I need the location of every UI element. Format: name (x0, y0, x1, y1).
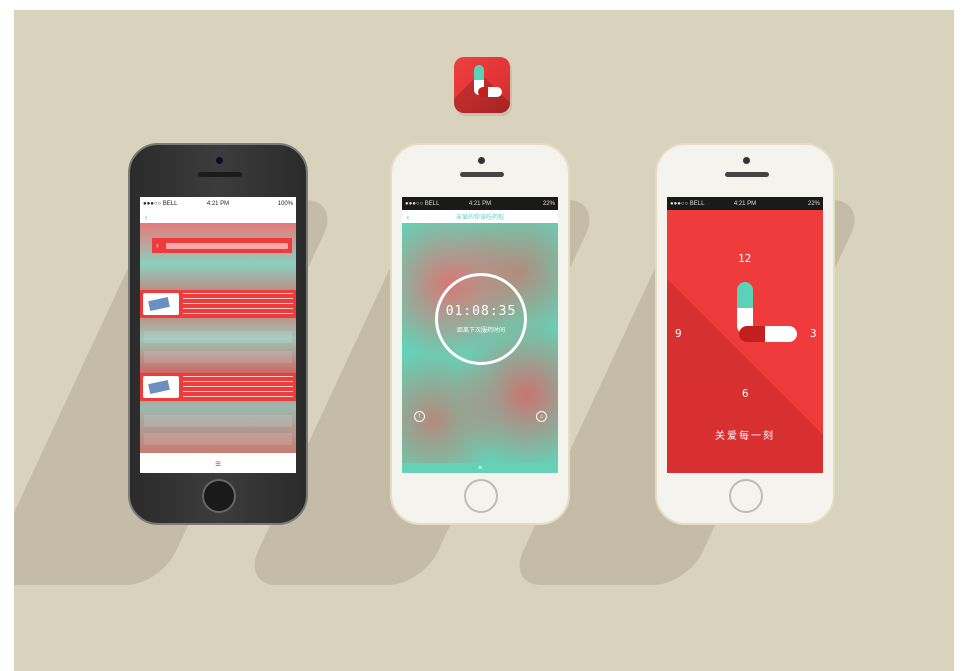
clock-numeral-9: 9 (675, 327, 682, 340)
medicine-card-1[interactable] (140, 290, 296, 318)
screen-splash: ●●●○○ BELL 4:21 PM 22% 12 3 6 9 关爱每一刻 (667, 197, 823, 473)
screen-timer: ●●●○○ BELL 4:21 PM 22% ‹ 亲爱的你该吃药啦 01:08:… (402, 197, 558, 473)
countdown-ring: 01:08:35 距离下次服药时间 (435, 273, 527, 365)
front-camera (743, 157, 750, 164)
menu-icon[interactable]: ≡ (478, 465, 482, 472)
nav-bar: ‹ (140, 210, 296, 223)
menu-icon[interactable]: ≡ (215, 459, 221, 470)
slogan: 关爱每一刻 (715, 431, 775, 442)
medicine-description (183, 376, 293, 398)
clock-numeral-6: 6 (742, 387, 749, 400)
home-button[interactable] (202, 479, 236, 513)
home-button[interactable] (729, 479, 763, 513)
countdown-caption: 距离下次服药时间 (456, 328, 505, 334)
tab-bar: ≡ (140, 455, 296, 473)
medicine-description (183, 293, 293, 315)
medicine-thumbnail (143, 293, 179, 315)
front-camera (216, 157, 223, 164)
earpiece (198, 172, 242, 177)
app-icon[interactable] (454, 57, 510, 113)
tab-bar: ≡ (402, 463, 558, 473)
canvas: ●●●○○ BELL 4:21 PM 100% ‹ › ≡ ●●●○○ BELL… (14, 10, 954, 671)
faded-row (144, 415, 292, 427)
back-icon[interactable]: ‹ (402, 212, 414, 222)
home-icon[interactable]: ⌂ (536, 411, 547, 422)
medicine-card-2[interactable] (140, 373, 296, 401)
status-bar: ●●●○○ BELL 4:21 PM 22% (667, 197, 823, 210)
front-camera (478, 157, 485, 164)
arrow-icon[interactable]: › (156, 241, 166, 250)
home-button[interactable] (464, 479, 498, 513)
clock-numeral-12: 12 (738, 252, 752, 265)
search-input[interactable] (166, 242, 288, 249)
clock: 4:21 PM (733, 200, 757, 207)
screen-medicine-list: ●●●○○ BELL 4:21 PM 100% ‹ › ≡ (140, 197, 296, 473)
clock: 4:21 PM (468, 200, 492, 207)
phone-2: ●●●○○ BELL 4:21 PM 22% ‹ 亲爱的你该吃药啦 01:08:… (390, 143, 570, 525)
clock-numeral-3: 3 (810, 327, 817, 340)
faded-row (144, 433, 292, 445)
earpiece (460, 172, 504, 177)
status-bar: ●●●○○ BELL 4:21 PM 100% (140, 197, 296, 210)
search-bar[interactable]: › (152, 238, 292, 253)
nav-bar: ‹ 亲爱的你该吃药啦 (402, 210, 558, 223)
back-icon[interactable]: ‹ (140, 212, 152, 222)
phone-1: ●●●○○ BELL 4:21 PM 100% ‹ › ≡ (128, 143, 308, 525)
nav-title: 亲爱的你该吃药啦 (455, 215, 504, 221)
earpiece (725, 172, 769, 177)
status-bar: ●●●○○ BELL 4:21 PM 22% (402, 197, 558, 210)
clock: 4:21 PM (206, 200, 230, 207)
countdown-timer: 01:08:35 (445, 304, 517, 319)
pill-hand-horizontal (739, 326, 797, 342)
pill-icon-horizontal (478, 87, 502, 97)
faded-row (144, 331, 292, 343)
phone-3: ●●●○○ BELL 4:21 PM 22% 12 3 6 9 关爱每一刻 (655, 143, 835, 525)
medicine-thumbnail (143, 376, 179, 398)
faded-row (144, 351, 292, 363)
info-icon[interactable]: ! (414, 411, 425, 422)
